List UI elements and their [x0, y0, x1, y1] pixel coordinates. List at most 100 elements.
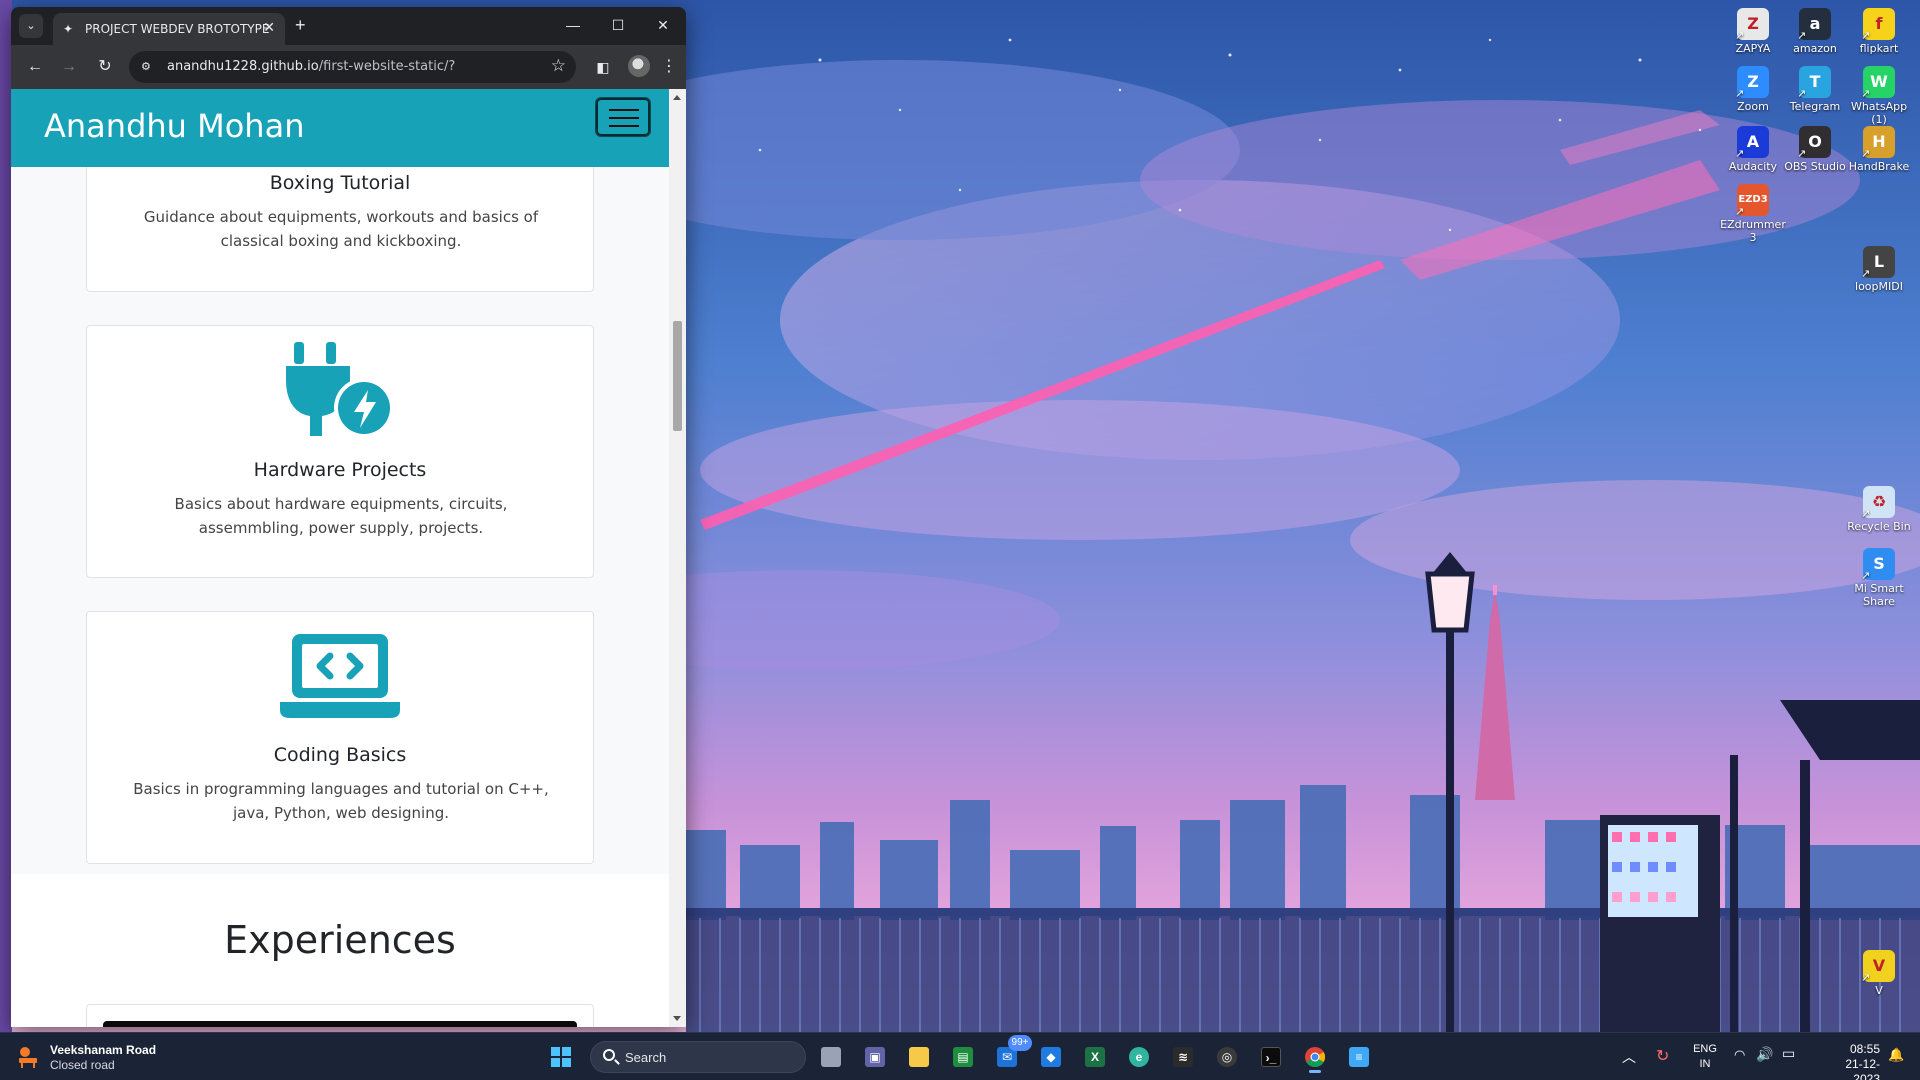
- desktop-icon-label: Recycle Bin: [1847, 520, 1911, 533]
- side-panel-icon[interactable]: ◧: [591, 55, 615, 79]
- edge-button[interactable]: e: [1122, 1041, 1156, 1073]
- desktop-icon[interactable]: f ↗ flipkart: [1846, 8, 1912, 55]
- bookmark-star-icon[interactable]: ☆: [551, 56, 566, 76]
- weather-title: Veekshanam Road: [50, 1043, 157, 1057]
- site-brand[interactable]: Anandhu Mohan: [44, 107, 304, 145]
- maximize-button[interactable]: ☐: [598, 13, 638, 37]
- site-info-icon[interactable]: ⚙: [141, 59, 157, 75]
- desktop-icon-label: EZdrummer 3: [1720, 218, 1786, 244]
- desktop-icon[interactable]: H ↗ HandBrake: [1846, 126, 1912, 173]
- taskbar-search[interactable]: Search: [590, 1041, 806, 1073]
- shortcut-arrow-icon: ↗: [1861, 971, 1871, 984]
- navbar-toggler-button[interactable]: [595, 97, 651, 137]
- card-title: Coding Basics: [273, 744, 407, 766]
- desktop-icon[interactable]: ♻ ↗ Recycle Bin: [1846, 486, 1912, 533]
- classroom-button[interactable]: ▤: [946, 1041, 980, 1073]
- page-viewport: Anandhu Mohan Boxing Tutorial Guidance a…: [11, 89, 669, 1027]
- page-scrollbar[interactable]: [669, 89, 686, 1027]
- shortcut-arrow-icon: ↗: [1861, 87, 1871, 100]
- desktop-icon-label: WhatsApp (1): [1850, 100, 1908, 126]
- scroll-up-arrow[interactable]: [673, 95, 681, 100]
- chrome-button[interactable]: [1298, 1041, 1332, 1073]
- file-explorer-button[interactable]: [902, 1041, 936, 1073]
- start-button[interactable]: [544, 1041, 578, 1073]
- language-indicator[interactable]: ENG IN: [1690, 1042, 1720, 1072]
- address-url[interactable]: anandhu1228.github.io/first-website-stat…: [167, 59, 455, 74]
- plug-lightning-icon: [87, 340, 593, 440]
- waveform-icon: ≋: [1173, 1047, 1193, 1067]
- favicon-icon: ✦: [63, 22, 74, 36]
- volume-icon: 🔊: [1756, 1046, 1774, 1062]
- desktop-icon[interactable]: Z ↗ Zoom: [1720, 66, 1786, 113]
- menu-kebab-icon[interactable]: ⋮: [657, 55, 681, 79]
- card-text: Basics in programming languages and tuto…: [133, 780, 549, 822]
- desktop-icon[interactable]: Z ↗ ZAPYA: [1720, 8, 1786, 55]
- desktop-icon-label: flipkart: [1859, 42, 1899, 55]
- task-view-button[interactable]: [814, 1041, 848, 1073]
- laptop-code-icon: [87, 632, 593, 722]
- audio-app-button[interactable]: ≋: [1166, 1041, 1200, 1073]
- clock-time: 08:55: [1849, 1042, 1880, 1056]
- store-button[interactable]: ◆: [1034, 1041, 1068, 1073]
- notepad-button[interactable]: ≡: [1342, 1041, 1376, 1073]
- card-coding: Coding Basics Basics in programming lang…: [86, 611, 594, 864]
- url-path: /first-website-static/?: [318, 59, 456, 74]
- desktop-icon[interactable]: W ↗ WhatsApp (1): [1846, 66, 1912, 126]
- back-icon[interactable]: ←: [23, 55, 47, 79]
- lang-region: IN: [1699, 1058, 1711, 1070]
- lang-code: ENG: [1693, 1043, 1717, 1055]
- excel-button[interactable]: X: [1078, 1041, 1112, 1073]
- clock[interactable]: 08:55 21-12-2023: [1828, 1042, 1880, 1080]
- new-tab-button[interactable]: +: [295, 15, 306, 35]
- teams-button[interactable]: ▣: [858, 1041, 892, 1073]
- desktop-icon[interactable]: A ↗ Audacity: [1720, 126, 1786, 173]
- scrollbar-thumb[interactable]: [673, 321, 682, 431]
- desktop-icon[interactable]: O ↗ OBS Studio: [1782, 126, 1848, 173]
- terminal-button[interactable]: ›_: [1254, 1041, 1288, 1073]
- shortcut-arrow-icon: ↗: [1797, 87, 1807, 100]
- desktop-icon-label: ZAPYA: [1735, 42, 1771, 55]
- profile-avatar[interactable]: [628, 55, 650, 77]
- shortcut-arrow-icon: ↗: [1861, 569, 1871, 582]
- desktop-icon-label: Mi Smart Share: [1854, 582, 1904, 608]
- card-hardware: Hardware Projects Basics about hardware …: [86, 325, 594, 578]
- clock-date: 21-12-2023: [1845, 1057, 1880, 1080]
- shortcut-arrow-icon: ↗: [1861, 267, 1871, 280]
- browser-tab[interactable]: ✦ PROJECT WEBDEV BROTOTYPE ✕: [53, 13, 285, 45]
- minimize-button[interactable]: —: [553, 13, 593, 37]
- desktop-icon-label: OBS Studio: [1784, 160, 1846, 173]
- desktop-icon-label: Audacity: [1728, 160, 1778, 173]
- url-host: anandhu1228.github.io: [167, 59, 319, 74]
- address-bar[interactable]: ⚙ anandhu1228.github.io/first-website-st…: [129, 51, 576, 83]
- desktop-icon[interactable]: V ↗ V: [1846, 950, 1912, 997]
- forward-icon[interactable]: →: [57, 55, 81, 79]
- tab-search-button[interactable]: ⌄: [19, 14, 43, 38]
- obs-button[interactable]: ◎: [1210, 1041, 1244, 1073]
- shortcut-arrow-icon: ↗: [1735, 29, 1745, 42]
- mail-button[interactable]: ✉ 99+: [990, 1035, 1032, 1073]
- desktop-icon-label: amazon: [1793, 42, 1837, 55]
- notepad-icon: ≡: [1349, 1047, 1369, 1067]
- desktop-icon[interactable]: a ↗ amazon: [1782, 8, 1848, 55]
- card-title: Boxing Tutorial: [269, 172, 411, 194]
- hamburger-line: [609, 125, 639, 127]
- obs-icon: ◎: [1217, 1047, 1237, 1067]
- section-heading: Experiences: [224, 918, 456, 962]
- experiences-section: Experiences: [11, 874, 669, 1027]
- reload-icon[interactable]: ↻: [93, 55, 117, 79]
- shortcut-arrow-icon: ↗: [1861, 29, 1871, 42]
- desktop-icon[interactable]: L ↗ loopMIDI: [1846, 246, 1912, 293]
- desktop-icon-label: HandBrake: [1848, 160, 1910, 173]
- desktop-icon[interactable]: T ↗ Telegram: [1782, 66, 1848, 113]
- desktop-icon[interactable]: S ↗ Mi Smart Share: [1846, 548, 1912, 608]
- taskbar: Veekshanam Road Closed road Search ▣ ▤ ✉…: [0, 1032, 1920, 1080]
- site-navbar: Anandhu Mohan: [11, 89, 669, 167]
- desktop-icon-label: Telegram: [1789, 100, 1841, 113]
- close-window-button[interactable]: ✕: [643, 13, 683, 37]
- desktop-icon-label: Zoom: [1737, 100, 1769, 113]
- browser-toolbar: ← → ↻ ⚙ anandhu1228.github.io/first-webs…: [11, 45, 686, 89]
- desktop-icon[interactable]: EZD3 ↗ EZdrummer 3: [1720, 184, 1786, 244]
- desktop-icon-label: V: [1875, 984, 1883, 997]
- scroll-down-arrow[interactable]: [673, 1016, 681, 1021]
- tab-close-icon[interactable]: ✕: [263, 19, 275, 36]
